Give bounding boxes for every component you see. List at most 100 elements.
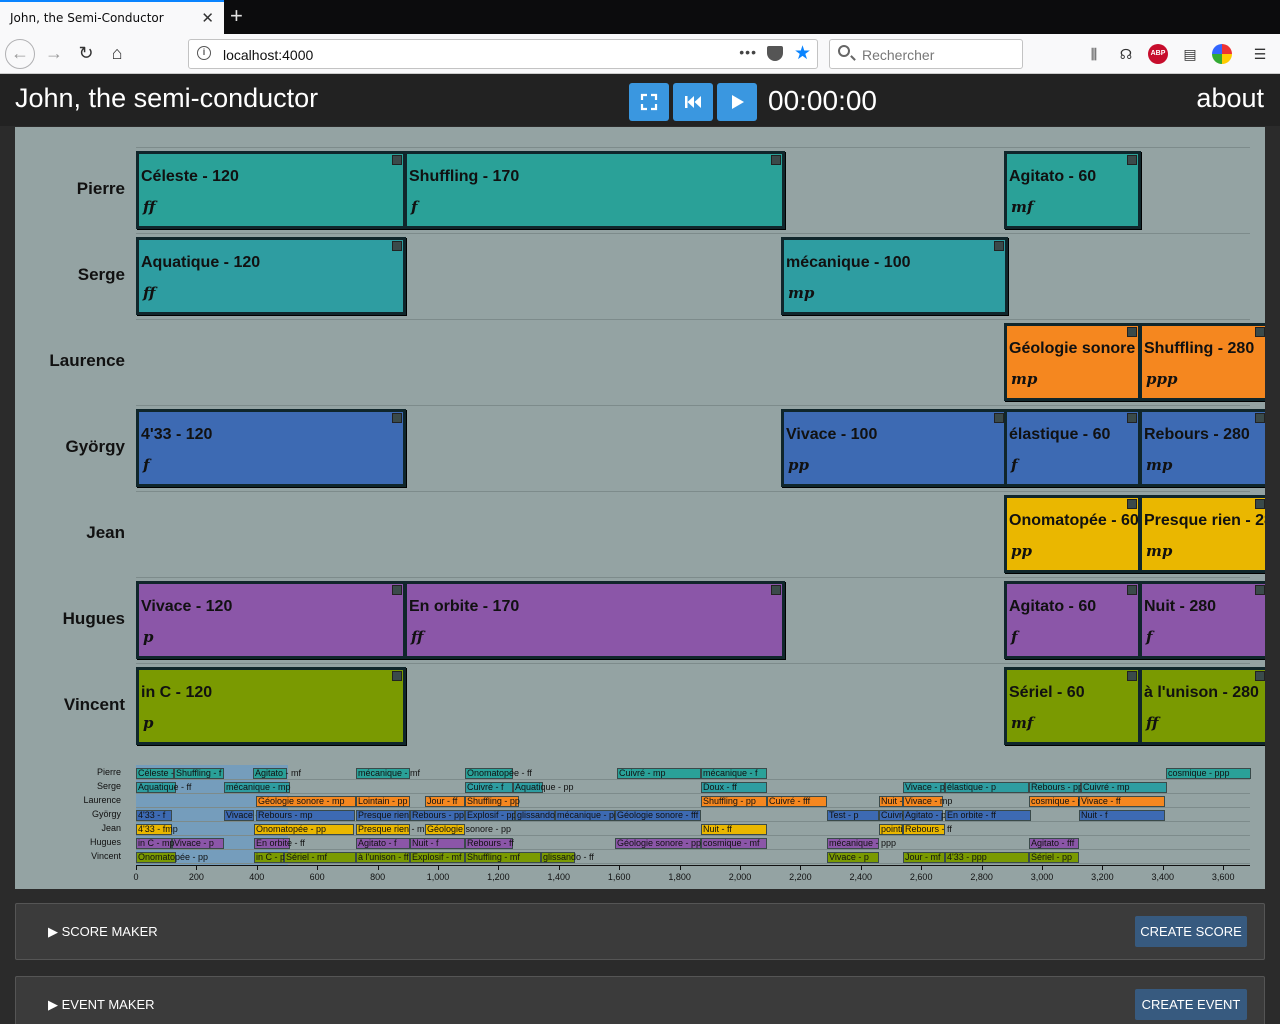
resize-handle-icon[interactable] xyxy=(994,413,1004,423)
mini-event[interactable]: glissando - fff xyxy=(515,810,570,821)
mini-event[interactable]: 4'33 - ppp xyxy=(945,852,1029,863)
mini-event[interactable]: 4'33 - fmp xyxy=(136,824,178,835)
score-block[interactable]: Sériel - 60 mf xyxy=(1004,667,1141,745)
mini-event[interactable]: Géologie sonore - fff xyxy=(615,810,701,821)
score-block[interactable]: Géologie sonore - 60 mp xyxy=(1004,323,1167,401)
mini-event[interactable]: Rebours - pp xyxy=(410,810,465,821)
mini-event[interactable]: Explosif - pp xyxy=(465,810,517,821)
mini-event[interactable]: En orbite - ff xyxy=(254,838,305,849)
mini-event[interactable]: Géologie sonore - pp xyxy=(425,824,511,835)
mini-event[interactable]: Cuivré - mp xyxy=(1081,782,1167,793)
mini-event[interactable]: Agitato - f xyxy=(356,838,410,849)
mini-event[interactable]: Vivace - p xyxy=(827,852,879,863)
score-block[interactable]: Aquatique - 120 ff xyxy=(136,237,406,315)
mini-event[interactable]: cosmique - ppp xyxy=(1166,768,1251,779)
reload-icon[interactable]: ↻ xyxy=(72,40,100,68)
resize-handle-icon[interactable] xyxy=(392,241,402,251)
resize-handle-icon[interactable] xyxy=(392,413,402,423)
score-block[interactable]: Rebours - 280 mp xyxy=(1139,409,1265,487)
library-icon[interactable]: ⫼ xyxy=(1084,44,1104,64)
mini-event[interactable]: Shuffling - pp xyxy=(465,796,520,807)
fullscreen-button[interactable] xyxy=(629,83,669,121)
mini-event[interactable]: mécanique - mf xyxy=(356,768,420,779)
resize-handle-icon[interactable] xyxy=(1127,499,1137,509)
forward-arrow-icon[interactable]: → xyxy=(40,40,68,68)
mini-event[interactable]: mécanique - mp xyxy=(224,782,291,793)
mini-event[interactable]: Onomatopée - ff xyxy=(465,768,532,779)
resize-handle-icon[interactable] xyxy=(1255,671,1265,681)
mini-event[interactable]: Agitato - pp xyxy=(903,810,951,821)
play-button[interactable] xyxy=(717,83,757,121)
home-icon[interactable]: ⌂ xyxy=(103,40,131,68)
mini-event[interactable]: Nuit - fff xyxy=(879,796,912,807)
search-bar[interactable]: Rechercher xyxy=(829,39,1023,69)
resize-handle-icon[interactable] xyxy=(1127,155,1137,165)
score-block[interactable]: Céleste - 120 ff xyxy=(136,151,406,229)
mini-event[interactable]: Cuivré - mp xyxy=(617,768,701,779)
mini-event[interactable]: Shuffling - pp xyxy=(701,796,767,807)
mini-event[interactable]: Explosif - mf xyxy=(410,852,465,863)
mini-event[interactable]: Vivace - pp xyxy=(903,782,950,793)
score-block[interactable]: Nuit - 280 f xyxy=(1139,581,1265,659)
score-block[interactable]: Agitato - 60 f xyxy=(1004,581,1141,659)
score-block[interactable]: Presque rien - 280 mp xyxy=(1139,495,1265,573)
mini-event[interactable]: cosmique - mf xyxy=(701,838,767,849)
page-actions-icon[interactable]: ••• xyxy=(739,44,757,60)
score-block[interactable]: élastique - 60 f xyxy=(1004,409,1141,487)
mini-event[interactable]: à l'unison - ff xyxy=(356,852,410,863)
mini-event[interactable]: Rebours - mp xyxy=(256,810,355,821)
mini-event[interactable]: mécanique - ppp xyxy=(827,838,896,849)
create-score-button[interactable]: CREATE SCORE xyxy=(1135,916,1247,947)
mini-event[interactable]: Presque rien - mp xyxy=(356,824,430,835)
mini-event[interactable]: Aquatique - pp xyxy=(513,782,574,793)
mini-event[interactable]: glissando - ff xyxy=(541,852,594,863)
mini-event[interactable]: Géologie sonore - mp xyxy=(256,796,356,807)
mini-event[interactable]: pointilliste - f xyxy=(879,824,931,835)
score-block[interactable]: mécanique - 100 mp xyxy=(781,237,1008,315)
mini-event[interactable]: Géologie sonore - pp xyxy=(615,838,701,849)
mini-event[interactable]: En orbite - ff xyxy=(945,810,1031,821)
new-tab-icon[interactable]: + xyxy=(230,3,243,29)
extension-icon[interactable]: ☊ xyxy=(1116,44,1136,64)
mini-event[interactable]: mécanique - pp xyxy=(555,810,619,821)
mini-event[interactable]: cosmique - pp xyxy=(1029,796,1088,807)
mini-event[interactable]: in C - p xyxy=(254,852,285,863)
search-input[interactable]: Rechercher xyxy=(862,47,934,63)
url-bar[interactable]: i localhost:4000 ••• ★ xyxy=(188,39,818,69)
score-block[interactable]: in C - 120 p xyxy=(136,667,406,745)
mini-event[interactable]: Céleste - ff xyxy=(136,768,181,779)
mini-event[interactable]: Cuivré - fff xyxy=(767,796,827,807)
mini-event[interactable]: Rebours - ff xyxy=(903,824,952,835)
mini-event[interactable]: Rebours - ff xyxy=(465,838,514,849)
resize-handle-icon[interactable] xyxy=(1255,585,1265,595)
mini-event[interactable]: Sériel - mf xyxy=(284,852,356,863)
mini-event[interactable]: Onomatopée - pp xyxy=(136,852,208,863)
mini-event[interactable]: Shuffling - f xyxy=(174,768,224,779)
rewind-button[interactable] xyxy=(673,83,713,121)
resize-handle-icon[interactable] xyxy=(1127,671,1137,681)
mini-event[interactable]: Jour - mf xyxy=(903,852,945,863)
mini-event[interactable]: Vivace - pp xyxy=(224,810,271,821)
adblock-icon[interactable]: ABP xyxy=(1148,44,1168,64)
mini-event[interactable]: Shuffling - mf xyxy=(465,852,541,863)
mini-event[interactable]: Nuit - ff xyxy=(701,824,767,835)
mini-event[interactable]: Aquatique - ff xyxy=(136,782,191,793)
about-link[interactable]: about xyxy=(1196,83,1264,114)
bookmark-star-icon[interactable]: ★ xyxy=(794,42,811,65)
mini-event[interactable]: in C - mp xyxy=(136,838,175,849)
mini-event[interactable]: Agitato - fff xyxy=(1029,838,1079,849)
score-block[interactable]: 4'33 - 120 f xyxy=(136,409,406,487)
menu-icon[interactable]: ☰ xyxy=(1250,44,1270,64)
resize-handle-icon[interactable] xyxy=(771,155,781,165)
mini-event[interactable]: Nuit - f xyxy=(1079,810,1165,821)
resize-handle-icon[interactable] xyxy=(994,241,1004,251)
score-block[interactable]: En orbite - 170 ff xyxy=(404,581,785,659)
mini-event[interactable]: Sériel - pp xyxy=(1029,852,1079,863)
resize-handle-icon[interactable] xyxy=(1255,327,1265,337)
resize-handle-icon[interactable] xyxy=(1127,327,1137,337)
resize-handle-icon[interactable] xyxy=(392,671,402,681)
url-text[interactable]: localhost:4000 xyxy=(223,47,313,63)
mini-event[interactable]: Jour - ff xyxy=(425,796,465,807)
mini-event[interactable]: Lointain - pp xyxy=(356,796,410,807)
mini-event[interactable]: Vivace - p xyxy=(172,838,224,849)
